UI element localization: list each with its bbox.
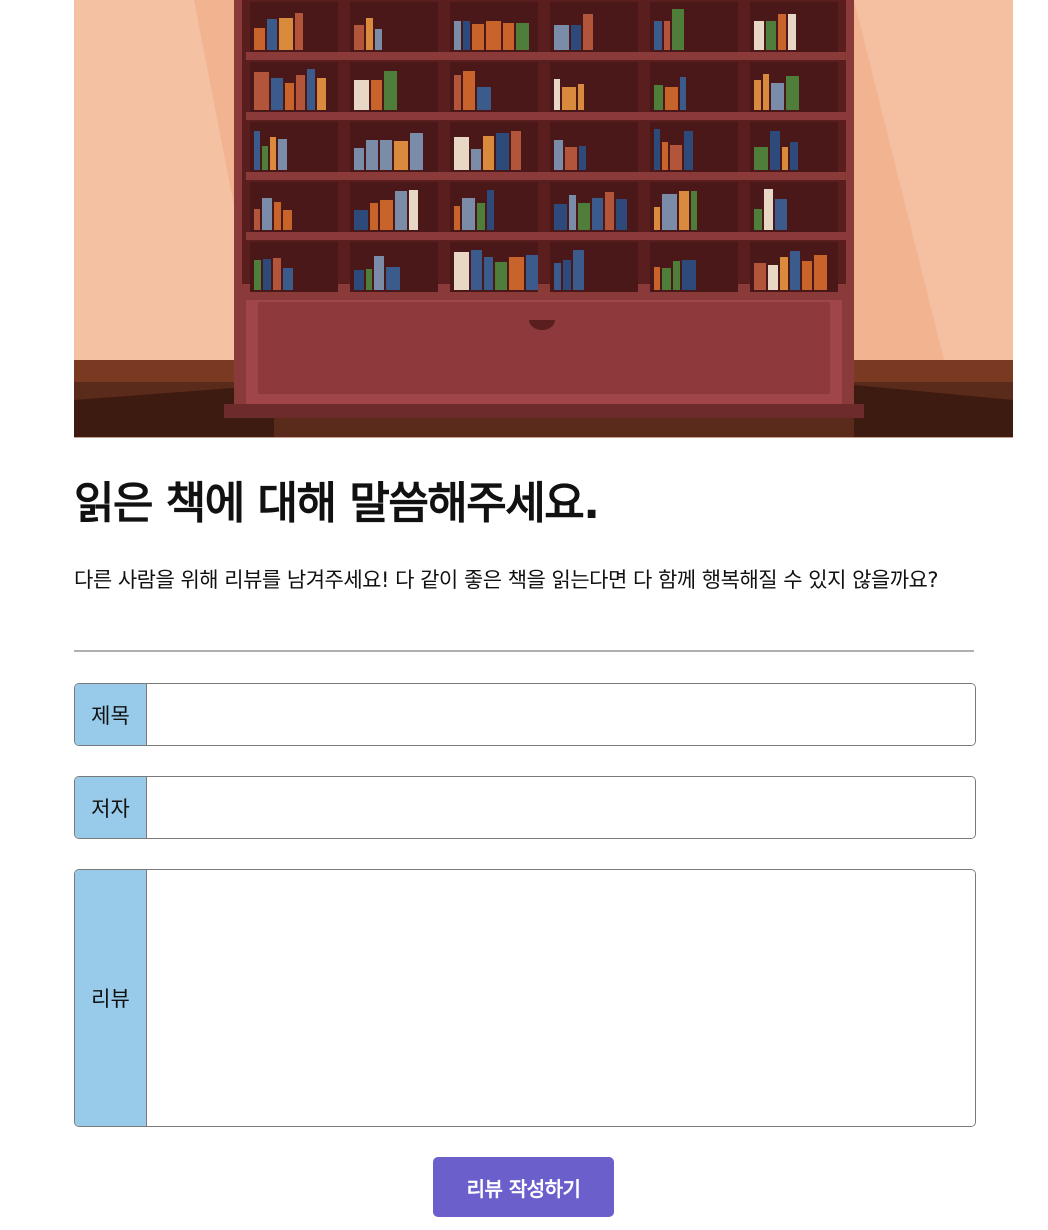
bookshelf-illustration bbox=[74, 0, 1013, 437]
title-label: 제목 bbox=[75, 684, 147, 745]
author-input[interactable] bbox=[147, 777, 975, 838]
hero-image bbox=[74, 0, 1013, 438]
review-textarea[interactable] bbox=[147, 870, 975, 1126]
title-field: 제목 bbox=[74, 683, 976, 746]
page-description: 다른 사람을 위해 리뷰를 남겨주세요! 다 같이 좋은 책을 읽는다면 다 함… bbox=[74, 568, 939, 592]
divider bbox=[74, 650, 974, 652]
title-input[interactable] bbox=[147, 684, 975, 745]
author-field: 저자 bbox=[74, 776, 976, 839]
page-title: 읽은 책에 대해 말씀해주세요. bbox=[74, 478, 600, 529]
submit-review-button[interactable]: 리뷰 작성하기 bbox=[433, 1157, 614, 1217]
review-label: 리뷰 bbox=[75, 870, 147, 1126]
author-label: 저자 bbox=[75, 777, 147, 838]
review-field: 리뷰 bbox=[74, 869, 976, 1127]
page: 읽은 책에 대해 말씀해주세요. 다른 사람을 위해 리뷰를 남겨주세요! 다 … bbox=[0, 0, 1048, 1230]
